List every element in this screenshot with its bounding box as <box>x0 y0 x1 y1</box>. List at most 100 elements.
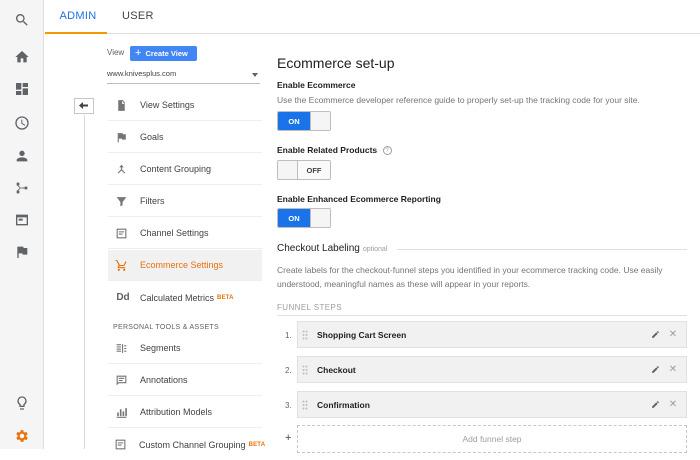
nav-item-label: Attribution Models <box>140 407 213 417</box>
step-number: 2. <box>285 366 292 375</box>
toggle-state: ON <box>278 112 310 130</box>
nav-item-ecommerce-settings[interactable]: Ecommerce Settings <box>108 250 262 281</box>
pencil-icon[interactable] <box>648 363 662 377</box>
nav-item-label: Goals <box>140 132 164 142</box>
checkout-labeling-title: Checkout Labeling <box>277 243 360 254</box>
nav-item-calculated-metrics[interactable]: Dd Calculated Metrics BETA <box>108 282 262 313</box>
related-products-toggle[interactable]: OFF <box>277 160 331 180</box>
search-icon[interactable] <box>0 4 44 36</box>
toggle-knob <box>278 161 298 179</box>
chevron-down-icon <box>252 73 258 77</box>
close-icon[interactable]: ✕ <box>666 328 680 342</box>
channel-icon <box>114 226 128 240</box>
nav-item-label: Channel Settings <box>140 228 209 238</box>
lightbulb-icon[interactable] <box>0 387 44 419</box>
flag-icon[interactable] <box>0 236 44 268</box>
toggle-state: ON <box>278 209 310 227</box>
tab-user[interactable]: USER <box>122 0 154 34</box>
left-rail <box>0 0 44 449</box>
create-view-button[interactable]: + Create View <box>130 46 197 61</box>
checkout-labeling-heading: Checkout Labeling optional <box>277 243 387 254</box>
close-icon[interactable]: ✕ <box>666 363 680 377</box>
drag-handle-icon[interactable] <box>298 400 312 410</box>
gear-icon[interactable] <box>0 420 44 452</box>
funnel-steps-heading: FUNNEL STEPS <box>277 303 342 312</box>
flag-icon <box>114 130 128 144</box>
annotation-icon <box>114 373 128 387</box>
add-icon[interactable]: + <box>285 432 291 444</box>
toggle-state: OFF <box>298 161 330 179</box>
nav-item-custom-channel-grouping[interactable]: Custom Channel Grouping BETA <box>108 429 265 460</box>
nav-item-label: Custom Channel Grouping <box>139 439 246 450</box>
view-select[interactable]: www.knivesplus.com <box>107 66 260 84</box>
create-view-label: Create View <box>145 49 188 58</box>
main-content: Ecommerce set-up Enable Ecommerce Use th… <box>267 35 700 453</box>
funnel-step[interactable]: Checkout ✕ <box>297 356 687 383</box>
step-number: 1. <box>285 331 292 340</box>
nav-item-label: Content Grouping <box>140 164 212 174</box>
enhanced-ecommerce-toggle[interactable]: ON <box>277 208 331 228</box>
document-icon <box>114 98 128 112</box>
beta-badge: BETA <box>217 294 234 301</box>
section-heading: PERSONAL TOOLS & ASSETS <box>113 324 219 331</box>
nav-item-content-grouping[interactable]: Content Grouping <box>108 154 262 185</box>
nav-item-goals[interactable]: Goals <box>108 122 262 153</box>
plus-icon: + <box>135 47 142 59</box>
view-select-value: www.knivesplus.com <box>107 69 177 78</box>
pencil-icon[interactable] <box>648 398 662 412</box>
behavior-icon[interactable] <box>0 204 44 236</box>
funnel-step-name: Confirmation <box>317 399 370 410</box>
filter-icon <box>114 194 128 208</box>
drag-handle-icon[interactable] <box>298 330 312 340</box>
related-products-label-row: Enable Related Products ? <box>277 145 392 156</box>
toggle-knob <box>310 112 330 130</box>
beta-badge: BETA <box>248 441 266 448</box>
view-label: View <box>107 48 125 57</box>
arrow-back-icon <box>79 102 88 109</box>
bars-icon <box>114 405 128 419</box>
nav-item-label: Calculated Metrics <box>140 292 215 303</box>
optional-label: optional <box>362 246 388 253</box>
enable-ecommerce-toggle[interactable]: ON <box>277 111 331 131</box>
close-icon[interactable]: ✕ <box>666 398 680 412</box>
checkout-labeling-description: Create labels for the checkout-funnel st… <box>277 265 663 289</box>
back-button[interactable] <box>74 98 94 114</box>
nav-item-annotations[interactable]: Annotations <box>108 365 262 396</box>
enable-ecommerce-description: Use the Ecommerce developer reference gu… <box>277 95 640 105</box>
divider <box>277 315 687 316</box>
tab-admin[interactable]: ADMIN <box>45 0 107 34</box>
nav-item-label: Segments <box>140 343 181 353</box>
pencil-icon[interactable] <box>648 328 662 342</box>
related-products-label: Enable Related Products <box>277 145 378 155</box>
channel-icon <box>114 438 127 452</box>
divider <box>397 249 687 250</box>
nav-item-filters[interactable]: Filters <box>108 186 262 217</box>
toggle-knob <box>310 209 330 227</box>
enable-ecommerce-label: Enable Ecommerce <box>277 80 356 90</box>
nav-item-label: Ecommerce Settings <box>140 260 224 270</box>
funnel-step-name: Checkout <box>317 364 356 375</box>
nav-item-attribution-models[interactable]: Attribution Models <box>108 397 262 428</box>
help-icon[interactable]: ? <box>382 146 392 156</box>
nav-item-view-settings[interactable]: View Settings <box>108 90 262 121</box>
step-number: 3. <box>285 401 292 410</box>
page-title: Ecommerce set-up <box>277 55 395 71</box>
drag-handle-icon[interactable] <box>298 365 312 375</box>
nav-item-label: View Settings <box>140 100 195 110</box>
clock-icon[interactable] <box>0 107 44 139</box>
dashboard-icon[interactable] <box>0 73 44 105</box>
cart-icon <box>114 258 128 272</box>
nav-item-label: Filters <box>140 196 165 206</box>
person-icon[interactable] <box>0 140 44 172</box>
nav-item-segments[interactable]: Segments <box>108 333 262 364</box>
view-column: View + Create View www.knivesplus.com Vi… <box>45 35 267 450</box>
funnel-step-name: Shopping Cart Screen <box>317 329 407 340</box>
funnel-step[interactable]: Confirmation ✕ <box>297 391 687 418</box>
acquisition-icon[interactable] <box>0 172 44 204</box>
nav-item-channel-settings[interactable]: Channel Settings <box>108 218 262 249</box>
grouping-icon <box>114 162 128 176</box>
funnel-step[interactable]: Shopping Cart Screen ✕ <box>297 321 687 348</box>
home-icon[interactable] <box>0 41 44 73</box>
top-tabs: ADMIN USER <box>45 0 700 34</box>
nav-item-label: Annotations <box>140 375 188 385</box>
